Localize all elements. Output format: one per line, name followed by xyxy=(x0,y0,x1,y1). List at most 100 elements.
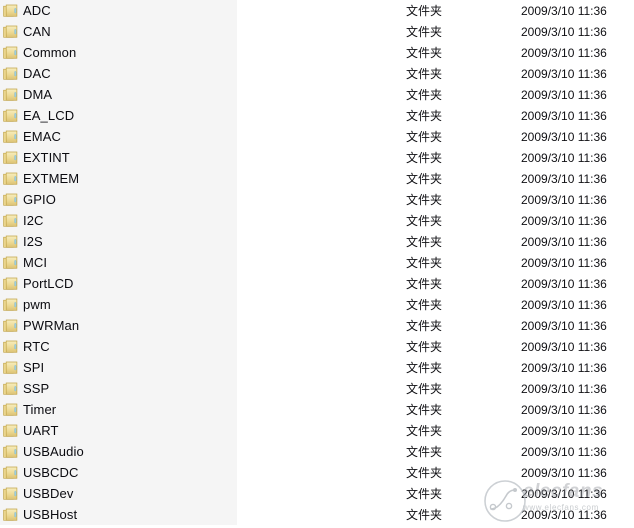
table-row[interactable]: UART 文件夹 2009/3/10 11:36 xyxy=(0,420,634,441)
folder-icon xyxy=(3,67,18,80)
table-row[interactable]: Timer 文件夹 2009/3/10 11:36 xyxy=(0,399,634,420)
file-type-cell: 文件夹 xyxy=(406,21,442,42)
table-row[interactable]: EXTMEM 文件夹 2009/3/10 11:36 xyxy=(0,168,634,189)
file-type-cell: 文件夹 xyxy=(406,441,442,462)
file-name-cell[interactable]: EXTINT xyxy=(3,147,70,168)
file-type-cell: 文件夹 xyxy=(406,399,442,420)
file-date-label: 2009/3/10 11:36 xyxy=(521,150,607,165)
folder-icon xyxy=(3,508,18,521)
file-name-label: Timer xyxy=(23,402,57,417)
file-name-cell[interactable]: SPI xyxy=(3,357,44,378)
file-name-cell[interactable]: GPIO xyxy=(3,189,56,210)
file-name-cell[interactable]: DAC xyxy=(3,63,51,84)
file-type-cell: 文件夹 xyxy=(406,105,442,126)
file-name-cell[interactable]: UART xyxy=(3,420,59,441)
table-row[interactable]: SSP 文件夹 2009/3/10 11:36 xyxy=(0,378,634,399)
file-date-cell: 2009/3/10 11:36 xyxy=(521,483,617,504)
folder-icon xyxy=(3,130,18,143)
file-type-label: 文件夹 xyxy=(406,318,443,333)
file-name-cell[interactable]: CAN xyxy=(3,21,51,42)
table-row[interactable]: USBAudio 文件夹 2009/3/10 11:36 xyxy=(0,441,634,462)
file-name-cell[interactable]: ADC xyxy=(3,0,51,21)
table-row[interactable]: CAN 文件夹 2009/3/10 11:36 xyxy=(0,21,634,42)
file-type-cell: 文件夹 xyxy=(406,294,442,315)
folder-icon xyxy=(3,256,18,269)
file-name-cell[interactable]: PWRMan xyxy=(3,315,79,336)
file-type-cell: 文件夹 xyxy=(406,504,442,525)
table-row[interactable]: USBCDC 文件夹 2009/3/10 11:36 xyxy=(0,462,634,483)
file-name-cell[interactable]: EA_LCD xyxy=(3,105,74,126)
file-type-label: 文件夹 xyxy=(406,423,443,438)
file-name-cell[interactable]: I2C xyxy=(3,210,44,231)
file-type-cell: 文件夹 xyxy=(406,210,442,231)
file-type-label: 文件夹 xyxy=(406,297,443,312)
table-row[interactable]: EXTINT 文件夹 2009/3/10 11:36 xyxy=(0,147,634,168)
file-name-cell[interactable]: RTC xyxy=(3,336,50,357)
file-name-cell[interactable]: PortLCD xyxy=(3,273,74,294)
file-type-label: 文件夹 xyxy=(406,24,443,39)
file-type-cell: 文件夹 xyxy=(406,0,442,21)
file-type-label: 文件夹 xyxy=(406,3,443,18)
table-row[interactable]: PortLCD 文件夹 2009/3/10 11:36 xyxy=(0,273,634,294)
file-date-cell: 2009/3/10 11:36 xyxy=(521,336,617,357)
file-name-cell[interactable]: MCI xyxy=(3,252,47,273)
file-name-label: EXTINT xyxy=(23,150,70,165)
file-name-cell[interactable]: SSP xyxy=(3,378,49,399)
file-date-cell: 2009/3/10 11:36 xyxy=(521,441,617,462)
file-name-cell[interactable]: pwm xyxy=(3,294,51,315)
file-date-label: 2009/3/10 11:36 xyxy=(521,444,607,459)
table-row[interactable]: pwm 文件夹 2009/3/10 11:36 xyxy=(0,294,634,315)
file-name-cell[interactable]: EXTMEM xyxy=(3,168,79,189)
file-name-cell[interactable]: USBHost xyxy=(3,504,77,525)
file-date-label: 2009/3/10 11:36 xyxy=(521,276,607,291)
file-name-label: USBDev xyxy=(23,486,74,501)
file-type-cell: 文件夹 xyxy=(406,42,442,63)
table-row[interactable]: GPIO 文件夹 2009/3/10 11:36 xyxy=(0,189,634,210)
table-row[interactable]: ADC 文件夹 2009/3/10 11:36 xyxy=(0,0,634,21)
file-name-label: UART xyxy=(23,423,59,438)
table-row[interactable]: Common 文件夹 2009/3/10 11:36 xyxy=(0,42,634,63)
file-date-cell: 2009/3/10 11:36 xyxy=(521,105,617,126)
file-type-cell: 文件夹 xyxy=(406,420,442,441)
file-name-cell[interactable]: Common xyxy=(3,42,76,63)
file-name-cell[interactable]: USBAudio xyxy=(3,441,84,462)
file-name-cell[interactable]: DMA xyxy=(3,84,52,105)
file-type-label: 文件夹 xyxy=(406,150,443,165)
file-date-cell: 2009/3/10 11:36 xyxy=(521,84,617,105)
file-name-label: SSP xyxy=(23,381,50,396)
file-type-label: 文件夹 xyxy=(406,486,443,501)
file-name-cell[interactable]: USBDev xyxy=(3,483,73,504)
file-type-cell: 文件夹 xyxy=(406,336,442,357)
file-name-label: I2C xyxy=(23,213,44,228)
table-row[interactable]: I2C 文件夹 2009/3/10 11:36 xyxy=(0,210,634,231)
file-type-cell: 文件夹 xyxy=(406,315,442,336)
table-row[interactable]: I2S 文件夹 2009/3/10 11:36 xyxy=(0,231,634,252)
file-type-label: 文件夹 xyxy=(406,234,443,249)
file-name-cell[interactable]: USBCDC xyxy=(3,462,79,483)
file-name-cell[interactable]: I2S xyxy=(3,231,43,252)
file-list[interactable]: ADC 文件夹 2009/3/10 11:36 CAN 文件夹 2009/3/10 11:… xyxy=(0,0,634,525)
file-date-label: 2009/3/10 11:36 xyxy=(521,3,607,18)
file-name-cell[interactable]: EMAC xyxy=(3,126,61,147)
table-row[interactable]: SPI 文件夹 2009/3/10 11:36 xyxy=(0,357,634,378)
table-row[interactable]: USBHost 文件夹 2009/3/10 11:36 xyxy=(0,504,634,525)
file-date-cell: 2009/3/10 11:36 xyxy=(521,420,617,441)
file-date-label: 2009/3/10 11:36 xyxy=(521,108,607,123)
file-date-label: 2009/3/10 11:36 xyxy=(521,87,607,102)
table-row[interactable]: PWRMan 文件夹 2009/3/10 11:36 xyxy=(0,315,634,336)
table-row[interactable]: RTC 文件夹 2009/3/10 11:36 xyxy=(0,336,634,357)
file-name-label: MCI xyxy=(23,255,48,270)
file-type-label: 文件夹 xyxy=(406,255,443,270)
table-row[interactable]: EMAC 文件夹 2009/3/10 11:36 xyxy=(0,126,634,147)
table-row[interactable]: DAC 文件夹 2009/3/10 11:36 xyxy=(0,63,634,84)
table-row[interactable]: DMA 文件夹 2009/3/10 11:36 xyxy=(0,84,634,105)
file-date-label: 2009/3/10 11:36 xyxy=(521,24,607,39)
file-type-label: 文件夹 xyxy=(406,444,443,459)
file-date-cell: 2009/3/10 11:36 xyxy=(521,0,617,21)
table-row[interactable]: MCI 文件夹 2009/3/10 11:36 xyxy=(0,252,634,273)
folder-icon xyxy=(3,319,18,332)
table-row[interactable]: USBDev 文件夹 2009/3/10 11:36 xyxy=(0,483,634,504)
table-row[interactable]: EA_LCD 文件夹 2009/3/10 11:36 xyxy=(0,105,634,126)
file-date-cell: 2009/3/10 11:36 xyxy=(521,63,617,84)
file-name-cell[interactable]: Timer xyxy=(3,399,56,420)
